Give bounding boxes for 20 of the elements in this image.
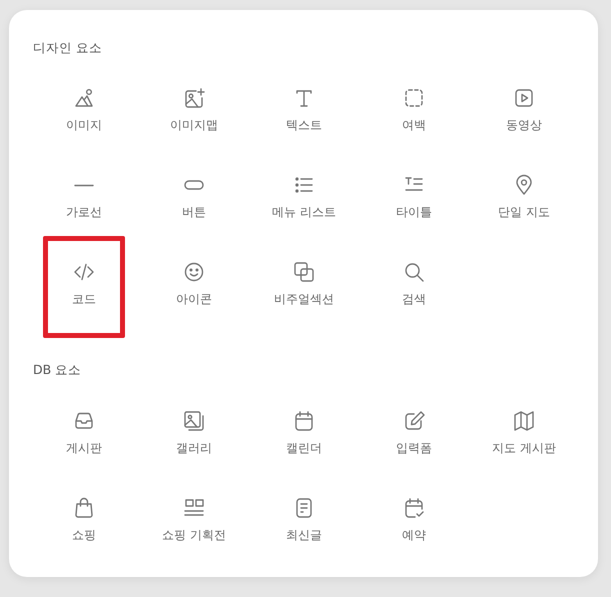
calendar-icon — [293, 410, 315, 432]
rounded-rect-icon — [184, 180, 204, 190]
play-icon — [513, 87, 535, 109]
element-option[interactable]: 코드 — [43, 236, 125, 338]
image-icon — [73, 87, 95, 109]
calendar-check-icon — [403, 497, 425, 519]
line-icon — [74, 184, 94, 186]
dashed-square-icon — [403, 87, 425, 109]
element-option[interactable]: 지도 게시판 — [483, 385, 565, 487]
gallery-icon — [183, 410, 205, 432]
shopping-bag-icon — [73, 497, 95, 519]
section-heading: 디자인 요소 — [32, 40, 102, 56]
image-plus-icon — [183, 87, 205, 109]
smiley-icon — [183, 261, 205, 283]
section-heading: DB 요소 — [32, 362, 82, 378]
map-icon — [513, 410, 535, 432]
search-icon — [403, 261, 425, 283]
edit-icon — [403, 410, 425, 432]
overlapping-squares-icon — [293, 261, 315, 283]
code-icon — [73, 261, 95, 283]
